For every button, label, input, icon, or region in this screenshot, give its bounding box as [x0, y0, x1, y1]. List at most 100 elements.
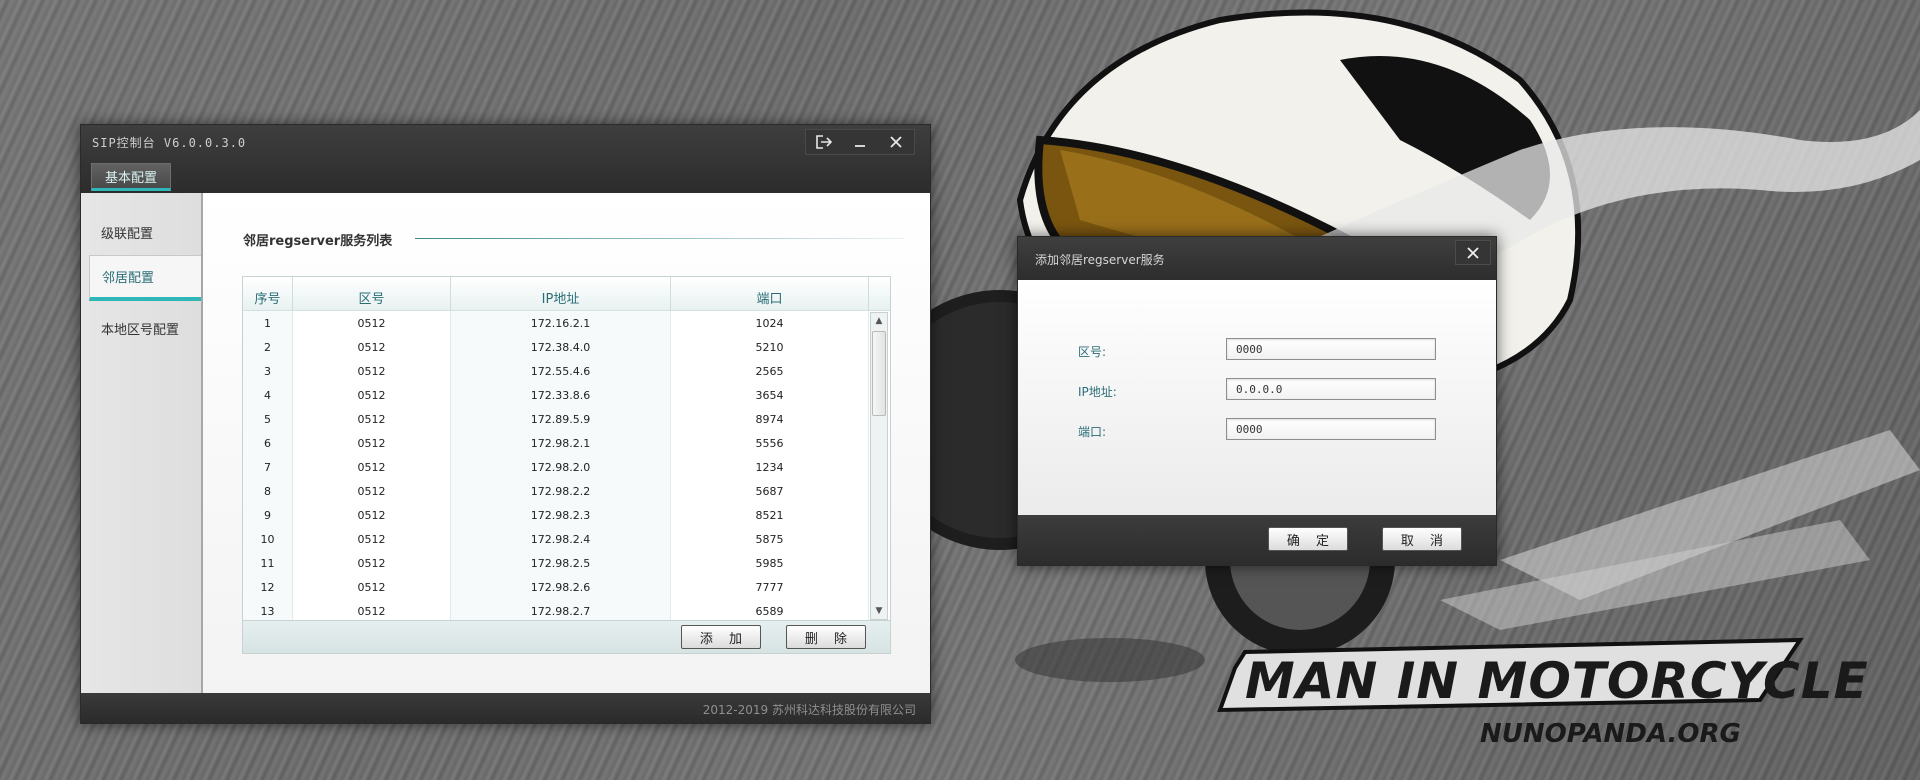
minimize-button[interactable]: [842, 130, 878, 154]
tab-basic-config[interactable]: 基本配置: [91, 163, 171, 191]
cell-ip: 172.98.2.7: [451, 599, 671, 621]
dialog-footer: 确 定 取 消: [1018, 515, 1496, 565]
cell-area-code: 0512: [293, 455, 451, 479]
delete-button[interactable]: 删 除: [786, 625, 866, 649]
table-row[interactable]: 9 0512 172.98.2.3 8521: [243, 503, 869, 527]
neighbor-table: 序号 区号 IP地址 端口 1 0512 172.16.2.1 1024 2 0512 17…: [242, 276, 891, 654]
cell-index: 8: [243, 479, 293, 503]
logout-button[interactable]: [806, 130, 842, 154]
table-header: 序号 区号 IP地址 端口: [243, 277, 890, 311]
dialog-title: 添加邻居regserver服务: [1035, 253, 1165, 267]
cell-area-code: 0512: [293, 407, 451, 431]
cell-ip: 172.16.2.1: [451, 311, 671, 335]
table-row[interactable]: 13 0512 172.98.2.7 6589: [243, 599, 869, 621]
table-row[interactable]: 4 0512 172.33.8.6 3654: [243, 383, 869, 407]
dialog-body: 区号: IP地址: 端口:: [1018, 280, 1496, 515]
cell-area-code: 0512: [293, 383, 451, 407]
window-controls: [805, 129, 915, 155]
close-icon: [1467, 246, 1479, 259]
scroll-thumb[interactable]: [872, 331, 886, 416]
cell-port: 8521: [671, 503, 869, 527]
sidebar-item-cascade[interactable]: 级联配置: [89, 209, 201, 255]
table-row[interactable]: 12 0512 172.98.2.6 7777: [243, 575, 869, 599]
cell-ip: 172.33.8.6: [451, 383, 671, 407]
cancel-button[interactable]: 取 消: [1382, 527, 1462, 551]
cell-index: 6: [243, 431, 293, 455]
cell-index: 2: [243, 335, 293, 359]
table-row[interactable]: 1 0512 172.16.2.1 1024: [243, 311, 869, 335]
cell-ip: 172.98.2.5: [451, 551, 671, 575]
cell-ip: 172.98.2.3: [451, 503, 671, 527]
section-title: 邻居regserver服务列表: [243, 234, 393, 249]
cell-area-code: 0512: [293, 431, 451, 455]
cell-port: 1234: [671, 455, 869, 479]
sidebar: 级联配置 邻居配置 本地区号配置: [81, 193, 203, 693]
close-icon: [890, 136, 902, 148]
table-row[interactable]: 7 0512 172.98.2.0 1234: [243, 455, 869, 479]
ok-button[interactable]: 确 定: [1268, 527, 1348, 551]
cell-port: 6589: [671, 599, 869, 621]
dialog-close-button[interactable]: [1455, 240, 1491, 265]
table-row[interactable]: 3 0512 172.55.4.6 2565: [243, 359, 869, 383]
cell-index: 12: [243, 575, 293, 599]
scroll-down-arrow-icon[interactable]: ▼: [871, 604, 887, 618]
dialog-title-bar[interactable]: 添加邻居regserver服务: [1018, 237, 1496, 280]
column-header-index[interactable]: 序号: [243, 277, 293, 311]
cell-port: 5985: [671, 551, 869, 575]
cell-ip: 172.98.2.4: [451, 527, 671, 551]
cell-index: 13: [243, 599, 293, 621]
sidebar-item-neighbor[interactable]: 邻居配置: [89, 255, 201, 301]
port-input[interactable]: [1226, 418, 1436, 440]
column-header-port[interactable]: 端口: [671, 277, 869, 311]
table-row[interactable]: 10 0512 172.98.2.4 5875: [243, 527, 869, 551]
cell-index: 9: [243, 503, 293, 527]
cell-ip: 172.98.2.0: [451, 455, 671, 479]
table-row[interactable]: 5 0512 172.89.5.9 8974: [243, 407, 869, 431]
column-header-area-code[interactable]: 区号: [293, 277, 451, 311]
logout-icon: [816, 135, 832, 149]
cell-port: 7777: [671, 575, 869, 599]
column-header-ip[interactable]: IP地址: [451, 277, 671, 311]
sidebar-item-local-area-code[interactable]: 本地区号配置: [89, 305, 201, 351]
table-row[interactable]: 2 0512 172.38.4.0 5210: [243, 335, 869, 359]
add-neighbor-dialog: 添加邻居regserver服务 区号: IP地址: 端口: 确 定 取 消: [1017, 236, 1497, 566]
table-row[interactable]: 11 0512 172.98.2.5 5985: [243, 551, 869, 575]
cell-index: 4: [243, 383, 293, 407]
port-label: 端口:: [1078, 425, 1107, 439]
cell-area-code: 0512: [293, 575, 451, 599]
title-bar[interactable]: SIP控制台 V6.0.0.3.0 基本配置: [81, 125, 930, 193]
table-body: 1 0512 172.16.2.1 1024 2 0512 172.38.4.0 5210 3 0…: [243, 311, 869, 621]
cell-ip: 172.98.2.1: [451, 431, 671, 455]
copyright-text: 2012-2019 苏州科达科技股份有限公司: [702, 703, 916, 717]
main-window: SIP控制台 V6.0.0.3.0 基本配置 级联配置 邻居配置 本地区号配置 …: [80, 124, 931, 724]
area-code-label: 区号:: [1078, 345, 1107, 359]
cell-ip: 172.98.2.2: [451, 479, 671, 503]
area-code-input[interactable]: [1226, 338, 1436, 360]
cell-ip: 172.89.5.9: [451, 407, 671, 431]
vertical-scrollbar[interactable]: ▲ ▼: [870, 312, 888, 620]
ip-address-input[interactable]: [1226, 378, 1436, 400]
cell-port: 5556: [671, 431, 869, 455]
cell-area-code: 0512: [293, 527, 451, 551]
add-button[interactable]: 添 加: [681, 625, 761, 649]
cell-index: 1: [243, 311, 293, 335]
cell-index: 5: [243, 407, 293, 431]
cell-port: 5875: [671, 527, 869, 551]
cell-area-code: 0512: [293, 503, 451, 527]
cell-ip: 172.98.2.6: [451, 575, 671, 599]
minimize-icon: [855, 145, 865, 147]
cell-index: 7: [243, 455, 293, 479]
table-footer: 添 加 删 除: [243, 620, 890, 653]
scroll-up-arrow-icon[interactable]: ▲: [871, 314, 887, 328]
cell-index: 11: [243, 551, 293, 575]
table-row[interactable]: 8 0512 172.98.2.2 5687: [243, 479, 869, 503]
cell-area-code: 0512: [293, 359, 451, 383]
close-button[interactable]: [878, 130, 914, 154]
cell-port: 1024: [671, 311, 869, 335]
cell-port: 2565: [671, 359, 869, 383]
wallpaper-logo-subtext: NUNOPANDA.ORG: [1480, 719, 1741, 749]
cell-area-code: 0512: [293, 311, 451, 335]
content-pane: 邻居regserver服务列表 序号 区号 IP地址 端口 1 0512 172.1…: [203, 193, 930, 693]
cell-port: 3654: [671, 383, 869, 407]
table-row[interactable]: 6 0512 172.98.2.1 5556: [243, 431, 869, 455]
